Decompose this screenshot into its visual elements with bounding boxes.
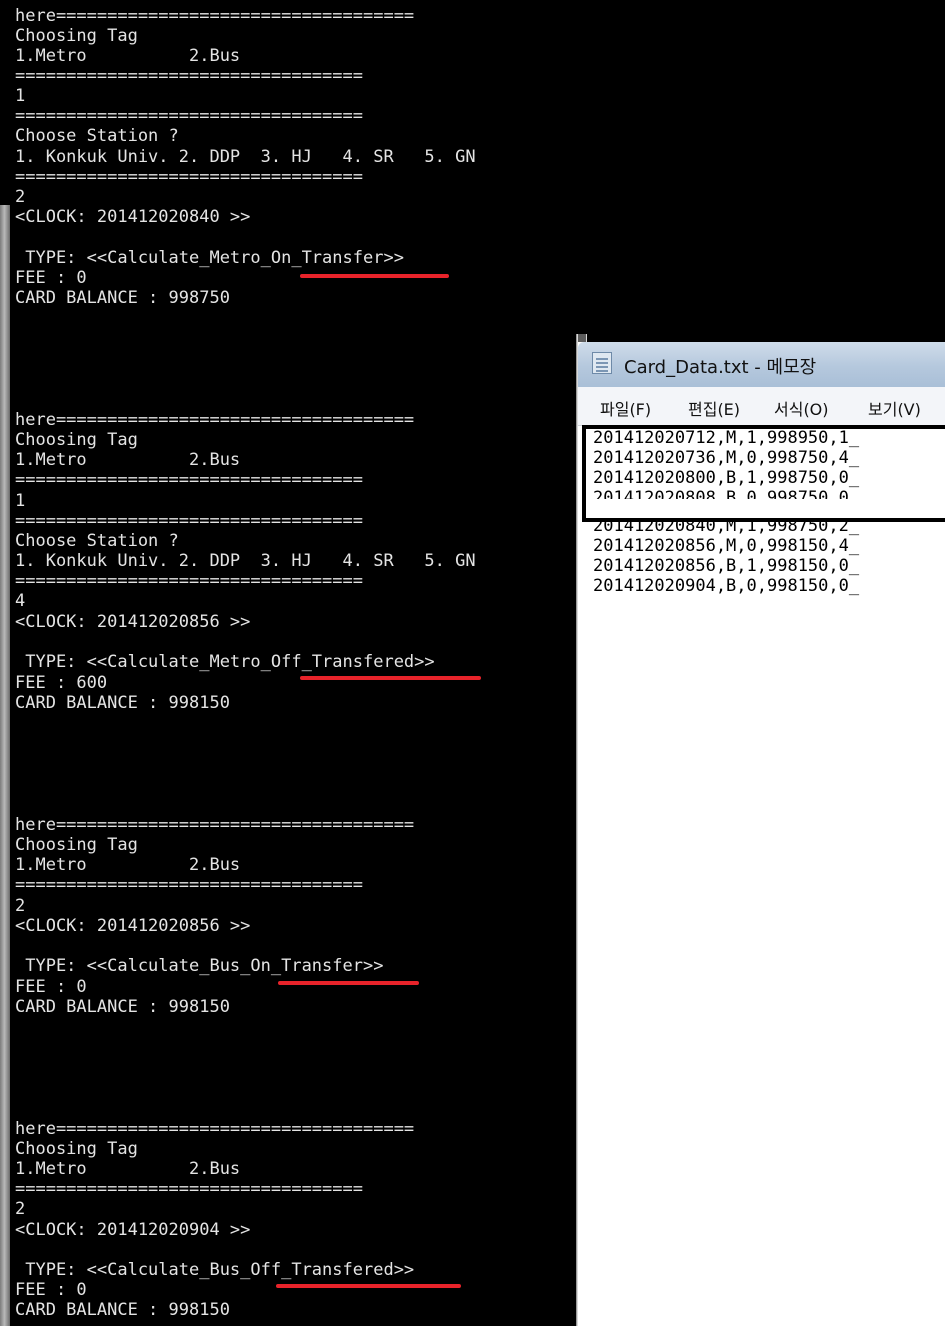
console-line: CARD BALANCE : 998750 <box>15 288 230 308</box>
console-line: <CLOCK: 201412020904 >> <box>15 1220 251 1240</box>
console-line: TYPE: <<Calculate_Metro_Off_Transfered>> <box>15 652 435 672</box>
console-line: 1.Metro 2.Bus <box>15 855 241 875</box>
console-line: ================================== <box>15 511 363 531</box>
text-area[interactable]: 201412020712,M,1,998950,1_ 201412020736,… <box>578 426 945 1326</box>
console-line: 1 <box>15 86 26 106</box>
desktop: here=================================== … <box>0 0 945 1326</box>
console-line: 1.Metro 2.Bus <box>15 46 241 66</box>
console-line: 4 <box>15 591 26 611</box>
console-line: 2 <box>15 187 26 207</box>
highlight-underline <box>300 676 481 680</box>
highlight-box <box>582 425 945 522</box>
menu-file[interactable]: 파일(F) <box>600 396 651 420</box>
console-line: 1.Metro 2.Bus <box>15 1159 241 1179</box>
console-line: <CLOCK: 201412020840 >> <box>15 207 251 227</box>
console-line: here=================================== <box>15 1119 415 1139</box>
menu-edit[interactable]: 편집(E) <box>688 396 740 420</box>
console-line: FEE : 0 <box>15 977 87 997</box>
console-line: FEE : 600 <box>15 673 108 693</box>
console-line: 1.Metro 2.Bus <box>15 450 241 470</box>
console-line: ================================== <box>15 470 363 490</box>
console-line: FEE : 0 <box>15 268 87 288</box>
console-line: CARD BALANCE : 998150 <box>15 1300 230 1320</box>
console-line: here=================================== <box>15 6 415 26</box>
window-edge <box>0 205 10 1326</box>
console-line: ================================== <box>15 66 363 86</box>
highlight-underline <box>278 981 419 985</box>
console-line: 2 <box>15 896 26 916</box>
console-line: Choosing Tag <box>15 430 138 450</box>
console-line: ================================== <box>15 1179 363 1199</box>
console-line: ================================== <box>15 571 363 591</box>
menu-format[interactable]: 서식(O) <box>774 396 829 420</box>
console-line: FEE : 0 <box>15 1280 87 1300</box>
console-line: 1. Konkuk Univ. 2. DDP 3. HJ 4. SR 5. GN <box>15 147 476 167</box>
console-line: TYPE: <<Calculate_Bus_Off_Transfered>> <box>15 1260 415 1280</box>
menu-bar: 파일(F) 편집(E) 서식(O) 보기(V) <box>578 387 945 426</box>
console-line: here=================================== <box>15 815 415 835</box>
console-line: 1 <box>15 491 26 511</box>
console-line: 2 <box>15 1199 26 1219</box>
notepad-window[interactable]: Card_Data.txt - 메모장 파일(F) 편집(E) 서식(O) 보기… <box>578 342 945 1326</box>
console-line: here=================================== <box>15 410 415 430</box>
console-line: Choose Station ? <box>15 126 179 146</box>
notepad-icon <box>592 352 612 374</box>
console-line: Choosing Tag <box>15 26 138 46</box>
notepad-titlebar[interactable]: Card_Data.txt - 메모장 <box>578 342 945 387</box>
window-title: Card_Data.txt - 메모장 <box>624 357 817 378</box>
console-line: Choose Station ? <box>15 531 179 551</box>
console-line: ================================== <box>15 875 363 895</box>
console-line: TYPE: <<Calculate_Metro_On_Transfer>> <box>15 248 404 268</box>
highlight-underline <box>276 1284 461 1288</box>
menu-view[interactable]: 보기(V) <box>868 396 921 420</box>
highlight-underline <box>300 274 449 278</box>
console-line: 1. Konkuk Univ. 2. DDP 3. HJ 4. SR 5. GN <box>15 551 476 571</box>
console-line: ================================== <box>15 106 363 126</box>
text-line: 201412020904,B,0,998150,0_ <box>593 576 860 596</box>
text-line: 201412020856,M,0,998150,4_ <box>593 536 860 556</box>
console-line: CARD BALANCE : 998150 <box>15 693 230 713</box>
console-line: CARD BALANCE : 998150 <box>15 997 230 1017</box>
console-line: <CLOCK: 201412020856 >> <box>15 916 251 936</box>
console-line: Choosing Tag <box>15 1139 138 1159</box>
console-line: Choosing Tag <box>15 835 138 855</box>
console-line: <CLOCK: 201412020856 >> <box>15 612 251 632</box>
console-line: ================================== <box>15 167 363 187</box>
console-line: TYPE: <<Calculate_Bus_On_Transfer>> <box>15 956 384 976</box>
text-line: 201412020856,B,1,998150,0_ <box>593 556 860 576</box>
console-window[interactable]: here=================================== … <box>10 0 576 1326</box>
